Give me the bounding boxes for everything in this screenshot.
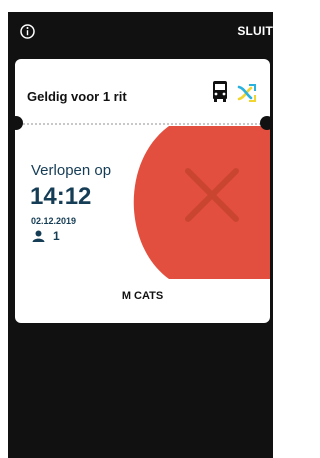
expiry-date: 02.12.2019 <box>31 216 77 226</box>
operator-name: M CATS <box>121 290 164 302</box>
top-bar: SLUIT <box>8 12 273 52</box>
bus-icon <box>213 81 227 102</box>
close-button[interactable]: SLUIT <box>237 24 273 38</box>
info-icon[interactable] <box>19 23 36 40</box>
passenger-count: 1 <box>53 229 60 243</box>
ticket-card: Geldig voor 1 rit Verlopen op 14:12 02.1… <box>15 59 270 323</box>
ticket-title: Geldig voor 1 rit <box>27 89 127 104</box>
transfer-icon <box>237 84 256 102</box>
ticket-perforation <box>23 123 261 125</box>
ticket-notch-right <box>260 116 273 130</box>
expired-overlay <box>133 126 270 279</box>
expiry-time: 14:12 <box>30 183 92 210</box>
person-icon <box>32 230 45 242</box>
ticket-notch-left <box>9 116 23 130</box>
expires-label: Verlopen op <box>31 162 112 179</box>
app-screen: SLUIT Geldig voor 1 rit Verlopen op 14:1… <box>8 12 273 458</box>
